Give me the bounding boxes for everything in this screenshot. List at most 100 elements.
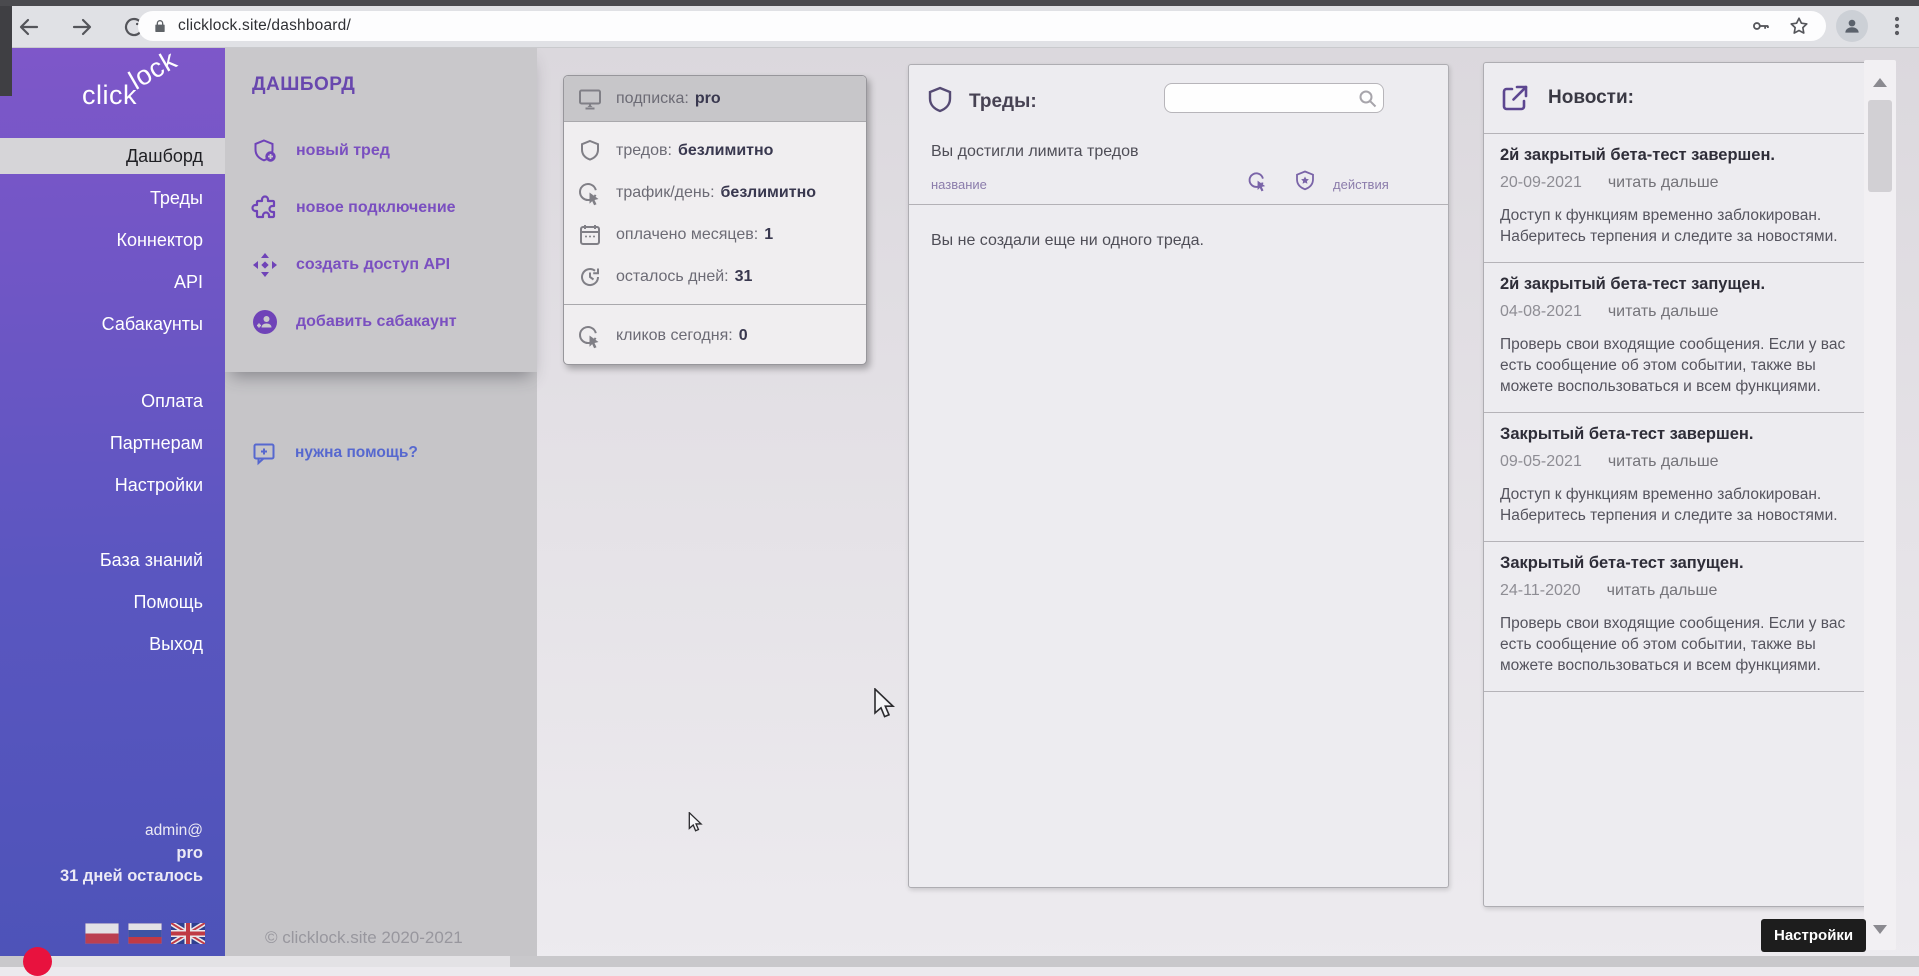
create-api-access-button[interactable]: создать доступ API <box>251 251 521 279</box>
clicklock-logo[interactable]: click lock <box>0 47 225 125</box>
threads-title: Треды: <box>969 91 1037 113</box>
browser-profile-button[interactable] <box>1836 10 1868 42</box>
stats-rows: тредов: безлимитно трафик/день: безлимит… <box>564 122 866 298</box>
read-more-link[interactable]: читать дальше <box>1607 582 1718 600</box>
threads-search-input[interactable] <box>1164 83 1384 113</box>
sidebar-item-partners[interactable]: Партнерам <box>0 425 225 461</box>
news-item-date: 04-08-2021 <box>1500 303 1582 321</box>
news-header: Новости: <box>1484 63 1880 133</box>
cursor-click-icon <box>577 180 603 206</box>
news-item: Закрытый бета-тест завершен. 09-05-2021 … <box>1484 412 1880 541</box>
shield-plus-icon <box>251 137 279 165</box>
threads-header: Треды: Вы достигли лимита тредов названи… <box>909 65 1448 205</box>
stat-row-paid-months: оплачено месяцев: 1 <box>564 214 866 256</box>
need-help-label: нужна помощь? <box>295 444 418 462</box>
sidebar-item-payment[interactable]: Оплата <box>0 383 225 419</box>
horizontal-scrollbar-thumb[interactable] <box>30 956 510 967</box>
read-more-link[interactable]: читать дальше <box>1608 174 1719 192</box>
new-connection-button[interactable]: новое подключение <box>251 194 521 222</box>
news-item-date: 24-11-2020 <box>1500 582 1581 600</box>
bookmark-star-icon[interactable] <box>1788 15 1810 37</box>
news-item: Закрытый бета-тест запущен. 24-11-2020 ч… <box>1484 541 1880 691</box>
expand-arrows-icon <box>251 251 279 279</box>
dashboard-title: ДАШБОРД <box>252 74 355 96</box>
read-more-link[interactable]: читать дальше <box>1608 303 1719 321</box>
url-text[interactable]: clicklock.site/dashboard/ <box>178 17 351 35</box>
browser-back-icon[interactable] <box>17 15 41 39</box>
threads-limit-message: Вы достигли лимита тредов <box>931 143 1139 161</box>
new-connection-label: новое подключение <box>296 199 456 217</box>
browser-toolbar: clicklock.site/dashboard/ <box>0 6 1919 48</box>
news-item-title: Закрытый бета-тест завершен. <box>1500 425 1854 444</box>
news-item-body: Доступ к функциям временно заблокирован.… <box>1500 205 1854 247</box>
news-item-body: Проверь свои входящие сообщения. Если у … <box>1500 613 1854 676</box>
key-icon[interactable] <box>1750 15 1772 37</box>
scrollbar-thumb[interactable] <box>1868 100 1892 192</box>
sidebar-item-logout[interactable]: Выход <box>0 626 225 662</box>
subscription-stats-card: подписка: pro тредов: безлимитно трафик/… <box>563 75 867 365</box>
news-item-body: Доступ к функциям временно заблокирован.… <box>1500 484 1854 526</box>
news-title: Новости: <box>1548 87 1634 109</box>
sidebar-item-help[interactable]: Помощь <box>0 584 225 620</box>
sidebar-item-connector[interactable]: Коннектор <box>0 222 225 258</box>
need-help-button[interactable]: нужна помощь? <box>251 439 418 467</box>
sidebar: click lock Дашборд Треды Коннектор API С… <box>0 47 225 967</box>
shield-star-column-icon[interactable] <box>1295 170 1315 192</box>
mouse-cursor <box>873 688 899 720</box>
dashboard-actions-card: ДАШБОРД новый тред новое подключение соз… <box>225 47 537 372</box>
create-api-access-label: создать доступ API <box>296 256 450 274</box>
traffic-label: трафик/день: <box>616 184 715 202</box>
news-item: 2й закрытый бета-тест запущен. 04-08-202… <box>1484 262 1880 412</box>
vertical-scrollbar[interactable] <box>1864 60 1896 950</box>
settings-tooltip[interactable]: Настройки <box>1761 919 1866 952</box>
sidebar-item-subaccounts[interactable]: Сабакаунты <box>0 306 225 342</box>
browser-menu-icon[interactable] <box>1888 14 1906 38</box>
sidebar-item-settings[interactable]: Настройки <box>0 467 225 503</box>
clicks-column-icon[interactable] <box>1247 170 1269 192</box>
polish-flag-icon[interactable] <box>85 923 119 944</box>
browser-forward-icon[interactable] <box>70 15 94 39</box>
uk-flag-icon[interactable] <box>171 923 205 944</box>
news-panel: Новости: 2й закрытый бета-тест завершен.… <box>1483 62 1881 907</box>
clicks-today-value: 0 <box>739 327 748 345</box>
threads-empty-message: Вы не создали еще ни одного треда. <box>931 232 1204 249</box>
new-thread-button[interactable]: новый тред <box>251 137 521 165</box>
news-item-date: 09-05-2021 <box>1500 453 1582 471</box>
scroll-down-icon[interactable] <box>1873 925 1887 934</box>
paid-months-label: оплачено месяцев: <box>616 226 758 244</box>
chat-plus-icon <box>251 440 277 466</box>
address-bar[interactable]: clicklock.site/dashboard/ <box>138 11 1826 41</box>
shield-icon <box>577 138 603 164</box>
account-email: admin@ <box>60 819 203 842</box>
main-content: подписка: pro тредов: безлимитно трафик/… <box>537 47 1919 967</box>
sidebar-item-api[interactable]: API <box>0 264 225 300</box>
stat-row-traffic: трафик/день: безлимитно <box>564 172 866 214</box>
dashboard-column: ДАШБОРД новый тред новое подключение соз… <box>225 47 537 967</box>
recording-dot <box>23 947 52 976</box>
read-more-link[interactable]: читать дальше <box>1608 453 1719 471</box>
scroll-up-icon[interactable] <box>1873 78 1887 87</box>
russian-flag-icon[interactable] <box>128 923 162 944</box>
subscription-header-row: подписка: pro <box>564 76 866 122</box>
news-item-body: Проверь свои входящие сообщения. Если у … <box>1500 334 1854 397</box>
horizontal-scrollbar[interactable] <box>0 956 1919 967</box>
new-thread-label: новый тред <box>296 142 390 160</box>
calendar-icon <box>577 222 603 248</box>
stat-row-clicks-today: кликов сегодня: 0 <box>564 305 866 361</box>
language-switcher <box>85 923 205 944</box>
search-icon[interactable] <box>1358 89 1377 108</box>
days-left-label: осталось дней: <box>616 268 729 286</box>
shield-icon <box>925 85 955 117</box>
sidebar-item-threads[interactable]: Треды <box>0 180 225 216</box>
add-subaccount-button[interactable]: добавить сабакаунт <box>251 308 521 336</box>
add-subaccount-label: добавить сабакаунт <box>296 313 457 331</box>
sidebar-item-dashboard[interactable]: Дашборд <box>0 138 225 174</box>
days-left-value: 31 <box>735 268 753 286</box>
logo-text-click: click <box>82 80 137 111</box>
sidebar-item-knowledge-base[interactable]: База знаний <box>0 542 225 578</box>
monitor-icon <box>577 86 603 112</box>
cursor-click-icon <box>577 323 603 349</box>
news-item-title: 2й закрытый бета-тест завершен. <box>1500 146 1854 165</box>
puzzle-icon <box>251 194 279 222</box>
threads-limit-label: тредов: <box>616 142 672 160</box>
